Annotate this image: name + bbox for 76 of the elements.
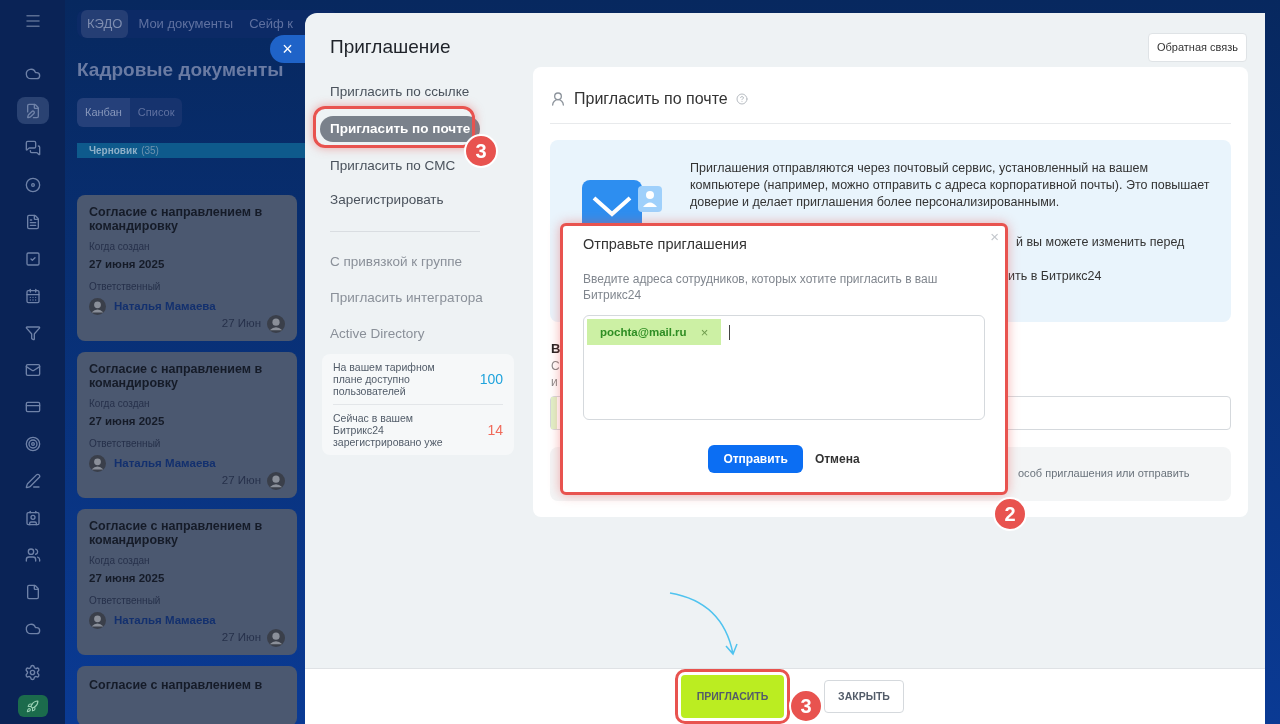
avatar <box>89 297 106 315</box>
label-fragment: В <box>551 339 562 358</box>
nav-item[interactable]: Пригласить по почте <box>320 115 481 142</box>
remove-tag-button[interactable]: × <box>700 322 709 342</box>
created-date: 27 июня 2025 <box>89 256 166 272</box>
top-nav-tab[interactable]: КЭДО <box>81 10 129 38</box>
disc-icon <box>24 176 41 193</box>
top-nav-tab[interactable]: Мои документы <box>132 10 240 38</box>
dialog-close-button[interactable]: × <box>990 225 999 248</box>
created-date: 27 июня 2025 <box>89 413 166 429</box>
column-title: Черновик <box>89 143 138 158</box>
top-nav-tab[interactable]: Сейф к <box>243 10 299 38</box>
dialog-hint: Введите адреса сотрудников, которых хотите пригласить в ваш Битрикс24 <box>583 271 939 304</box>
users-icon <box>24 546 41 563</box>
funnel-icon <box>24 324 41 341</box>
settings-icon[interactable] <box>24 664 41 681</box>
view-tab[interactable]: Канбан <box>77 98 130 127</box>
document-edit-icon <box>24 102 41 119</box>
stat-label: Сейчас в вашем Битрикс24 зарегистрировано уже <box>333 412 444 449</box>
avatar <box>267 315 285 333</box>
responsible-link[interactable]: Наталья Мамаева <box>114 297 216 315</box>
nav-item[interactable]: Зарегистрировать <box>330 190 533 211</box>
stat-label: На вашем тарифном плане доступно пользователей <box>333 361 436 398</box>
info-text-fragment: й вы можете изменить перед <box>1016 233 1185 251</box>
section-title: Пригласить по почте <box>574 88 728 109</box>
document-icon <box>24 213 41 230</box>
nav-item[interactable]: Пригласить интегратора <box>330 287 533 308</box>
info-text-fragment: ить в Битрикс24 <box>1008 268 1102 286</box>
email-input-field[interactable]: pochta@mail.ru × <box>583 315 985 421</box>
rocket-icon <box>26 699 39 713</box>
target-icon <box>24 435 41 452</box>
info-text: Приглашения отправляются через почтовый сервис, установленный на вашем компьютере (например, можно отправить с адреса корпоративной почты). Это повышает доверие и делает приглашения более персонализированными. <box>690 159 1211 211</box>
avatar <box>267 472 285 490</box>
curved-arrow <box>668 590 738 658</box>
text-fragment: С <box>551 357 561 375</box>
avatar <box>89 611 106 629</box>
nav-item[interactable]: Пригласить по ссылке <box>330 81 533 102</box>
checkbox-icon <box>24 250 41 267</box>
nav-item[interactable]: С привязкой к группе <box>330 251 533 272</box>
sidebar-button[interactable] <box>16 97 49 124</box>
card-title: Согласие с направлением в командировку <box>89 518 264 547</box>
avatar <box>89 454 106 472</box>
close-button[interactable]: ЗАКРЫТЬ <box>824 680 904 713</box>
cancel-button[interactable]: Отмена <box>814 445 860 474</box>
kanban-card[interactable]: Согласие с направлением в <box>77 665 297 724</box>
feedback-button[interactable]: Обратная связь <box>1147 33 1247 62</box>
view-tab[interactable]: Список <box>129 98 183 127</box>
created-date: 27 июня 2025 <box>89 570 166 586</box>
file-icon <box>24 583 41 600</box>
chat-icon <box>24 139 41 156</box>
rocket-button[interactable] <box>17 695 48 717</box>
send-button[interactable]: Отправить <box>708 445 803 474</box>
card-title: Согласие с направлением в командировку <box>89 204 264 233</box>
card-title: Согласие с направлением в <box>89 676 264 694</box>
text-cursor <box>729 325 731 341</box>
stat-value: 100 <box>479 369 503 389</box>
note-text-fragment: особ приглашения или отправить <box>1018 466 1190 482</box>
dialog-title: Отправьте приглашения <box>583 234 748 254</box>
close-panel-button[interactable]: × <box>270 35 305 63</box>
card-title: Согласие с направлением в командировку <box>89 361 264 390</box>
panel-title: Приглашение <box>330 35 451 59</box>
stat-value: 14 <box>487 420 503 440</box>
responsible-link[interactable]: Наталья Мамаева <box>114 611 216 629</box>
contact-card-icon <box>24 509 41 526</box>
email-tag[interactable]: pochta@mail.ru × <box>587 319 722 346</box>
email-text: pochta@mail.ru <box>600 324 687 340</box>
pen-icon <box>24 472 41 489</box>
column-count: (35) <box>141 143 159 158</box>
menu-icon[interactable] <box>23 12 42 30</box>
nav-item[interactable]: Active Directory <box>330 324 533 345</box>
avatar <box>267 629 285 647</box>
mail-icon <box>24 361 41 378</box>
calendar-icon <box>24 287 41 304</box>
responsible-link[interactable]: Наталья Мамаева <box>114 454 216 472</box>
text-fragment: и <box>551 374 559 390</box>
user-icon <box>550 90 566 107</box>
